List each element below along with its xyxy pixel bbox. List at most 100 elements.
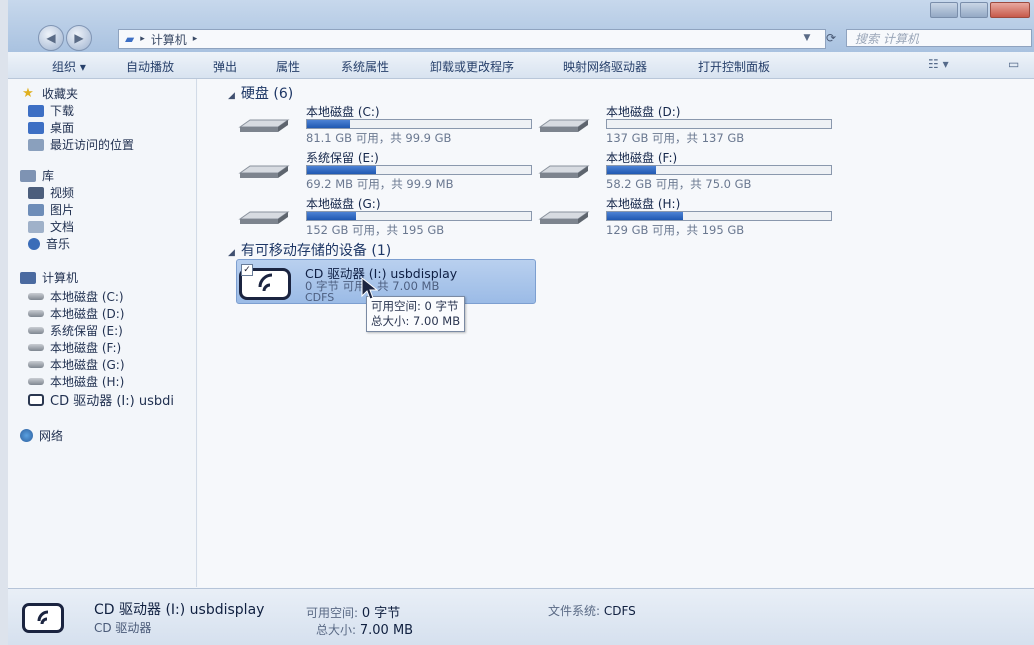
computer-icon	[20, 271, 36, 284]
search-input[interactable]: 搜索 计算机	[846, 29, 1032, 47]
view-options-icon[interactable]: ☷ ▾	[928, 57, 949, 71]
address-bar[interactable]: ▰ ▸ 计算机 ▸	[118, 29, 826, 49]
details-value: 0 字节	[361, 606, 401, 621]
properties-button[interactable]: 属性	[276, 58, 300, 75]
drive-name: 本地磁盘 (D:)	[606, 105, 681, 119]
nav-label: CD 驱动器 (I:) usbdi	[50, 394, 174, 409]
hard-drive-icon	[538, 165, 590, 178]
drive-space-info: 58.2 GB 可用，共 75.0 GB	[606, 177, 752, 191]
nav-drive-d[interactable]: 本地磁盘 (D:)	[28, 305, 124, 322]
nav-videos[interactable]: 视频	[28, 184, 74, 201]
nav-music[interactable]: 音乐	[28, 235, 70, 252]
pictures-icon	[28, 203, 44, 216]
nav-cd-drive[interactable]: CD 驱动器 (I:) usbdi	[28, 390, 174, 409]
drive-tile[interactable]: 本地磁盘 (C:) 81.1 GB 可用，共 99.9 GB	[238, 103, 538, 145]
drive-usage-bar	[606, 165, 832, 175]
nav-label: 视频	[50, 186, 75, 200]
address-dropdown-icon[interactable]: ▼	[798, 29, 816, 47]
navigation-pane: ★ 收藏夹 下载 桌面 最近访问的位置 库 视频 图片 文档 音乐 计算机 本地…	[8, 79, 197, 587]
drive-tile[interactable]: 本地磁盘 (D:) 137 GB 可用，共 137 GB	[538, 103, 838, 145]
preview-pane-icon[interactable]: ▭	[1008, 57, 1019, 71]
drive-usage-fill	[307, 120, 350, 128]
nav-downloads[interactable]: 下载	[28, 102, 74, 119]
cd-drive-filesystem: CDFS	[305, 291, 335, 304]
drive-space-info: 69.2 MB 可用，共 99.9 MB	[306, 177, 454, 191]
drive-icon	[28, 293, 44, 300]
selection-checkbox[interactable]: ✓	[241, 264, 253, 276]
nav-recent[interactable]: 最近访问的位置	[28, 136, 134, 153]
nav-drive-h[interactable]: 本地磁盘 (H:)	[28, 373, 124, 390]
window-controls	[930, 2, 1030, 18]
drive-icon	[28, 378, 44, 385]
control-panel-button[interactable]: 打开控制面板	[698, 58, 770, 75]
details-label: 可用空间:	[306, 606, 359, 620]
drive-tile[interactable]: 本地磁盘 (G:) 152 GB 可用，共 195 GB	[238, 195, 538, 237]
nav-drive-f[interactable]: 本地磁盘 (F:)	[28, 339, 121, 356]
nav-drive-c[interactable]: 本地磁盘 (C:)	[28, 288, 124, 305]
nav-documents[interactable]: 文档	[28, 218, 74, 235]
details-label: 总大小:	[316, 623, 357, 637]
video-icon	[28, 186, 44, 199]
drive-name: 本地磁盘 (F:)	[606, 151, 678, 165]
maximize-button[interactable]	[960, 2, 988, 18]
nav-libraries[interactable]: 库	[20, 167, 54, 184]
drive-tile[interactable]: 本地磁盘 (F:) 58.2 GB 可用，共 75.0 GB	[538, 149, 838, 191]
minimize-button[interactable]	[930, 2, 958, 18]
nav-label: 网络	[39, 429, 64, 443]
nav-label: 下载	[50, 104, 75, 118]
cd-drive-icon	[22, 603, 64, 633]
autoplay-button[interactable]: 自动播放	[126, 58, 174, 75]
cd-drive-icon	[28, 393, 44, 406]
refresh-icon[interactable]: ⟳	[820, 29, 842, 47]
drive-space-info: 129 GB 可用，共 195 GB	[606, 223, 745, 237]
command-bar: 组织 ▾ 自动播放 弹出 属性 系统属性 卸载或更改程序 映射网络驱动器 打开控…	[8, 52, 1034, 79]
details-value: 7.00 MB	[359, 623, 414, 638]
collapse-icon: ◢	[228, 248, 235, 258]
library-icon	[20, 169, 36, 182]
nav-label: 本地磁盘 (H:)	[50, 375, 125, 389]
details-filesystem: 文件系统: CDFS	[548, 602, 636, 619]
nav-label: 收藏夹	[42, 87, 79, 101]
group-title: 有可移动存储的设备 (1)	[240, 243, 392, 259]
hard-drive-icon	[538, 119, 590, 132]
details-drive-type: CD 驱动器	[94, 621, 152, 635]
back-button[interactable]: ◀	[38, 25, 64, 51]
nav-drive-e[interactable]: 系统保留 (E:)	[28, 322, 123, 339]
drive-tile[interactable]: 本地磁盘 (H:) 129 GB 可用，共 195 GB	[538, 195, 838, 237]
nav-network[interactable]: 网络	[20, 427, 63, 444]
close-button[interactable]	[990, 2, 1030, 18]
system-properties-button[interactable]: 系统属性	[341, 58, 389, 75]
nav-label: 计算机	[42, 271, 79, 285]
breadcrumb-computer[interactable]: 计算机	[151, 31, 187, 48]
details-drive-name: CD 驱动器 (I:) usbdisplay	[94, 602, 265, 618]
cd-drive-tooltip: 可用空间: 0 字节 总大小: 7.00 MB	[366, 296, 466, 332]
group-header-removable[interactable]: ◢ 有可移动存储的设备 (1)	[228, 240, 391, 260]
map-drive-button[interactable]: 映射网络驱动器	[563, 58, 647, 75]
recent-places-icon	[28, 138, 44, 151]
drive-space-info: 81.1 GB 可用，共 99.9 GB	[306, 131, 452, 145]
breadcrumb-separator-icon: ▸	[140, 34, 145, 44]
details-pane: CD 驱动器 (I:) usbdisplay CD 驱动器 可用空间: 0 字节…	[8, 588, 1034, 645]
drive-name: 本地磁盘 (G:)	[306, 197, 381, 211]
forward-button[interactable]: ▶	[66, 25, 92, 51]
drive-name: 本地磁盘 (C:)	[306, 105, 380, 119]
drive-tile[interactable]: 系统保留 (E:) 69.2 MB 可用，共 99.9 MB	[238, 149, 538, 191]
details-value: CDFS	[603, 604, 636, 618]
nav-label: 音乐	[46, 237, 71, 251]
drive-usage-fill	[307, 166, 377, 174]
organize-button[interactable]: 组织 ▾	[52, 58, 86, 75]
drive-usage-fill	[607, 212, 684, 220]
network-icon	[20, 429, 33, 442]
uninstall-button[interactable]: 卸载或更改程序	[430, 58, 514, 75]
drive-usage-bar	[306, 119, 532, 129]
eject-button[interactable]: 弹出	[213, 58, 237, 75]
nav-computer[interactable]: 计算机	[20, 269, 78, 286]
nav-desktop[interactable]: 桌面	[28, 119, 74, 136]
nav-label: 最近访问的位置	[50, 138, 135, 152]
nav-favorites[interactable]: ★ 收藏夹	[20, 85, 78, 102]
nav-drive-g[interactable]: 本地磁盘 (G:)	[28, 356, 125, 373]
drive-usage-bar	[306, 165, 532, 175]
tooltip-free-space: 可用空间: 0 字节	[371, 299, 459, 313]
nav-pictures[interactable]: 图片	[28, 201, 74, 218]
group-header-hard-disks[interactable]: ◢ 硬盘 (6)	[228, 83, 293, 103]
